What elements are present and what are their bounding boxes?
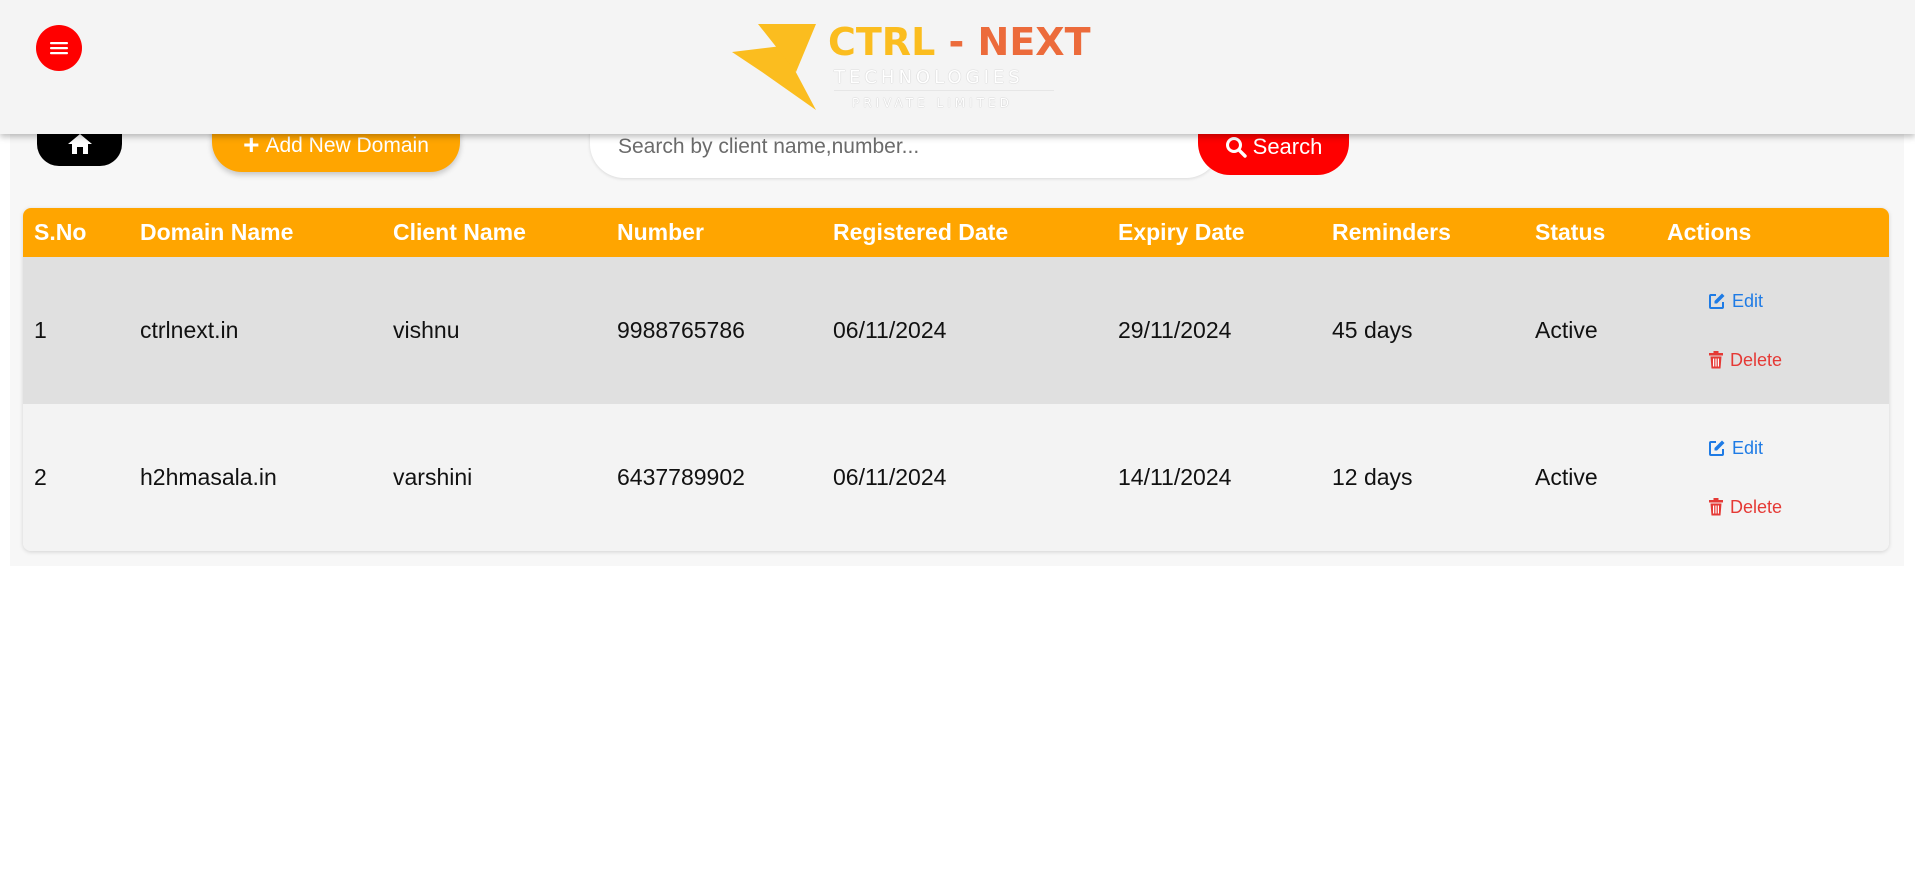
column-header-client-name: Client Name (393, 219, 526, 245)
column-header-expiry-date: Expiry Date (1118, 219, 1245, 245)
cell-actions: Edit Delete (1656, 438, 1889, 518)
delete-button[interactable]: Delete (1708, 350, 1889, 371)
logo-dash-text: - (948, 20, 965, 64)
logo-arrow-icon (732, 24, 816, 110)
column-header-reminders: Reminders (1332, 219, 1451, 245)
trash-icon (1709, 351, 1723, 369)
cell-expiry-date: 29/11/2024 (1118, 317, 1232, 343)
plus-icon: + (243, 128, 260, 160)
delete-button[interactable]: Delete (1708, 497, 1889, 518)
logo-ctrl-text: CTRL (828, 20, 936, 64)
edit-icon (1709, 440, 1725, 456)
column-header-sno: S.No (34, 219, 87, 245)
search-input[interactable] (618, 130, 1178, 164)
edit-icon (1709, 293, 1725, 309)
app-header: CTRL - NEXT TECHNOLOGIES PRIVATE LIMITED (0, 0, 1915, 134)
logo-subtitle: TECHNOLOGIES (834, 67, 1054, 91)
cell-client-name: vishnu (393, 317, 460, 343)
cell-number: 6437789902 (617, 464, 745, 490)
edit-button[interactable]: Edit (1708, 438, 1889, 459)
delete-label: Delete (1730, 496, 1783, 517)
cell-reminders: 12 days (1332, 464, 1413, 490)
edit-label: Edit (1732, 437, 1764, 458)
table-row: 1 ctrlnext.in vishnu 9988765786 06/11/20… (23, 257, 1889, 404)
logo-tagline: PRIVATE LIMITED (852, 96, 1013, 110)
cell-number: 9988765786 (617, 317, 745, 343)
edit-button[interactable]: Edit (1708, 291, 1889, 312)
column-header-registered-date: Registered Date (833, 219, 1009, 245)
column-header-status: Status (1535, 219, 1606, 245)
cell-sno: 1 (34, 317, 47, 343)
column-header-domain-name: Domain Name (140, 219, 294, 245)
table-header: S.No Domain Name Client Name Number Regi… (23, 208, 1889, 257)
trash-icon (1709, 498, 1723, 516)
cell-reminders: 45 days (1332, 317, 1413, 343)
domains-table: S.No Domain Name Client Name Number Regi… (23, 208, 1889, 551)
add-new-domain-label: Add New Domain (265, 134, 429, 157)
column-header-actions: Actions (1667, 219, 1752, 245)
delete-label: Delete (1730, 349, 1783, 370)
cell-client-name: varshini (393, 464, 473, 490)
cell-domain-name: ctrlnext.in (140, 317, 239, 343)
hamburger-icon (50, 42, 68, 55)
cell-sno: 2 (34, 464, 47, 490)
edit-label: Edit (1732, 290, 1764, 311)
cell-registered-date: 06/11/2024 (833, 464, 947, 490)
cell-domain-name: h2hmasala.in (140, 464, 277, 490)
company-logo: CTRL - NEXT TECHNOLOGIES PRIVATE LIMITED (732, 20, 1091, 120)
home-icon (67, 134, 92, 154)
menu-button[interactable] (36, 25, 82, 71)
cell-status: Active (1535, 464, 1598, 490)
cell-expiry-date: 14/11/2024 (1118, 464, 1232, 490)
search-icon (1225, 136, 1247, 158)
search-button-label: Search (1252, 133, 1323, 159)
cell-registered-date: 06/11/2024 (833, 317, 947, 343)
cell-status: Active (1535, 317, 1598, 343)
cell-actions: Edit Delete (1656, 291, 1889, 371)
column-header-number: Number (617, 219, 704, 245)
table-row: 2 h2hmasala.in varshini 6437789902 06/11… (23, 404, 1889, 551)
logo-next-text: NEXT (977, 20, 1091, 64)
